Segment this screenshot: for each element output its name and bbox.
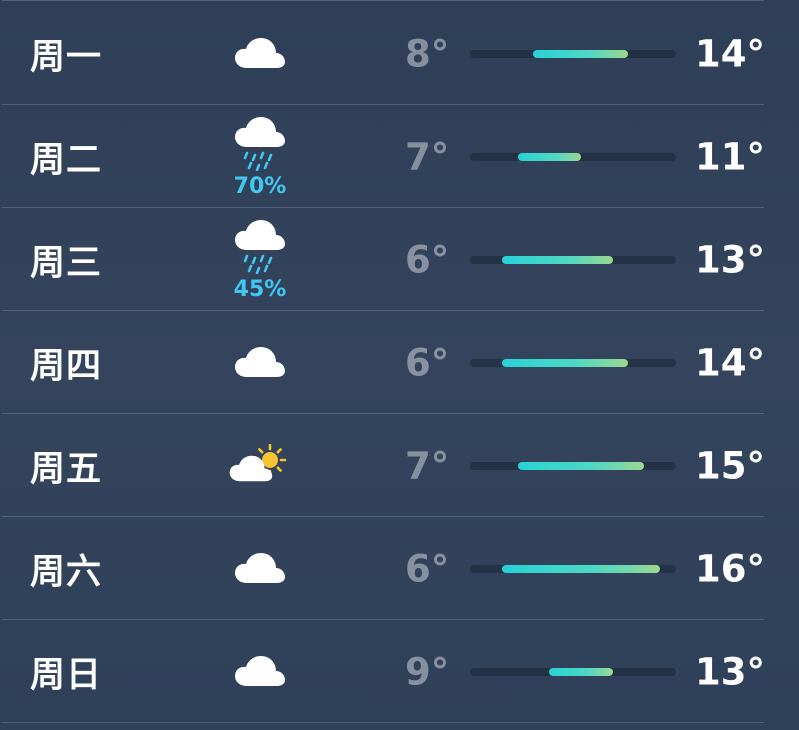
high-temp: 15° [695,444,765,487]
forecast-row[interactable]: 周二 70% 7° 11° [0,105,799,208]
temp-range-track [470,667,676,676]
low-temp: 8° [405,32,450,75]
temp-range-track [470,564,676,573]
low-temp: 7° [405,135,450,178]
forecast-row[interactable]: 周六 6° 16° [0,517,799,620]
precip-chance: 45% [233,277,287,302]
row-divider [2,722,764,723]
cloud-sun-icon-wrap [215,414,305,517]
cloud-icon-wrap [215,311,305,414]
cloud-icon-wrap [215,2,305,105]
cloud-sun-icon [229,444,287,482]
cloud-icon-wrap [215,620,305,723]
temp-range-bar [517,152,581,161]
high-temp: 11° [695,135,765,178]
day-label: 周五 [30,449,103,489]
high-temp: 14° [695,341,765,384]
high-temp: 13° [695,650,765,693]
cloud-icon [235,656,285,686]
cloud-icon [235,553,285,583]
temp-range-bar [501,358,629,367]
low-temp: 6° [405,547,450,590]
day-label: 周四 [30,346,103,386]
temp-range-bar [517,461,645,470]
ten-day-forecast: 周一 8° 14° 周二 70% 7° 11° 周三 45% 6° 13° 周四 6° 14° 周五 7° 15… [0,0,799,730]
temp-range-track [470,461,676,470]
temp-range-track [470,358,676,367]
temp-range-bar [501,255,613,264]
low-temp: 6° [405,238,450,281]
low-temp: 6° [405,341,450,384]
low-temp: 9° [405,650,450,693]
cloud-icon [235,38,285,68]
temp-range-track [470,255,676,264]
temp-range-track [470,152,676,161]
temp-range-bar [533,49,629,58]
temp-range-track [470,49,676,58]
forecast-row[interactable]: 周三 45% 6° 13° [0,208,799,311]
day-label: 周一 [30,37,103,77]
top-divider [2,0,764,1]
cloud-rain-icon-wrap: 45% [215,208,305,311]
cloud-rain-icon-wrap: 70% [215,105,305,208]
precip-chance: 70% [233,174,287,199]
cloud-rain-icon [235,117,285,171]
cloud-icon-wrap [215,517,305,620]
forecast-row[interactable]: 周一 8° 14° [0,2,799,105]
low-temp: 7° [405,444,450,487]
temp-range-bar [549,667,613,676]
high-temp: 16° [695,547,765,590]
high-temp: 14° [695,32,765,75]
day-label: 周日 [30,655,103,695]
day-label: 周二 [30,140,103,180]
temp-range-bar [501,564,661,573]
forecast-row[interactable]: 周五 7° 15° [0,414,799,517]
day-label: 周六 [30,552,103,592]
cloud-rain-icon [235,220,285,274]
forecast-row[interactable]: 周四 6° 14° [0,311,799,414]
day-label: 周三 [30,243,103,283]
high-temp: 13° [695,238,765,281]
cloud-icon [235,347,285,377]
forecast-row[interactable]: 周日 9° 13° [0,620,799,723]
